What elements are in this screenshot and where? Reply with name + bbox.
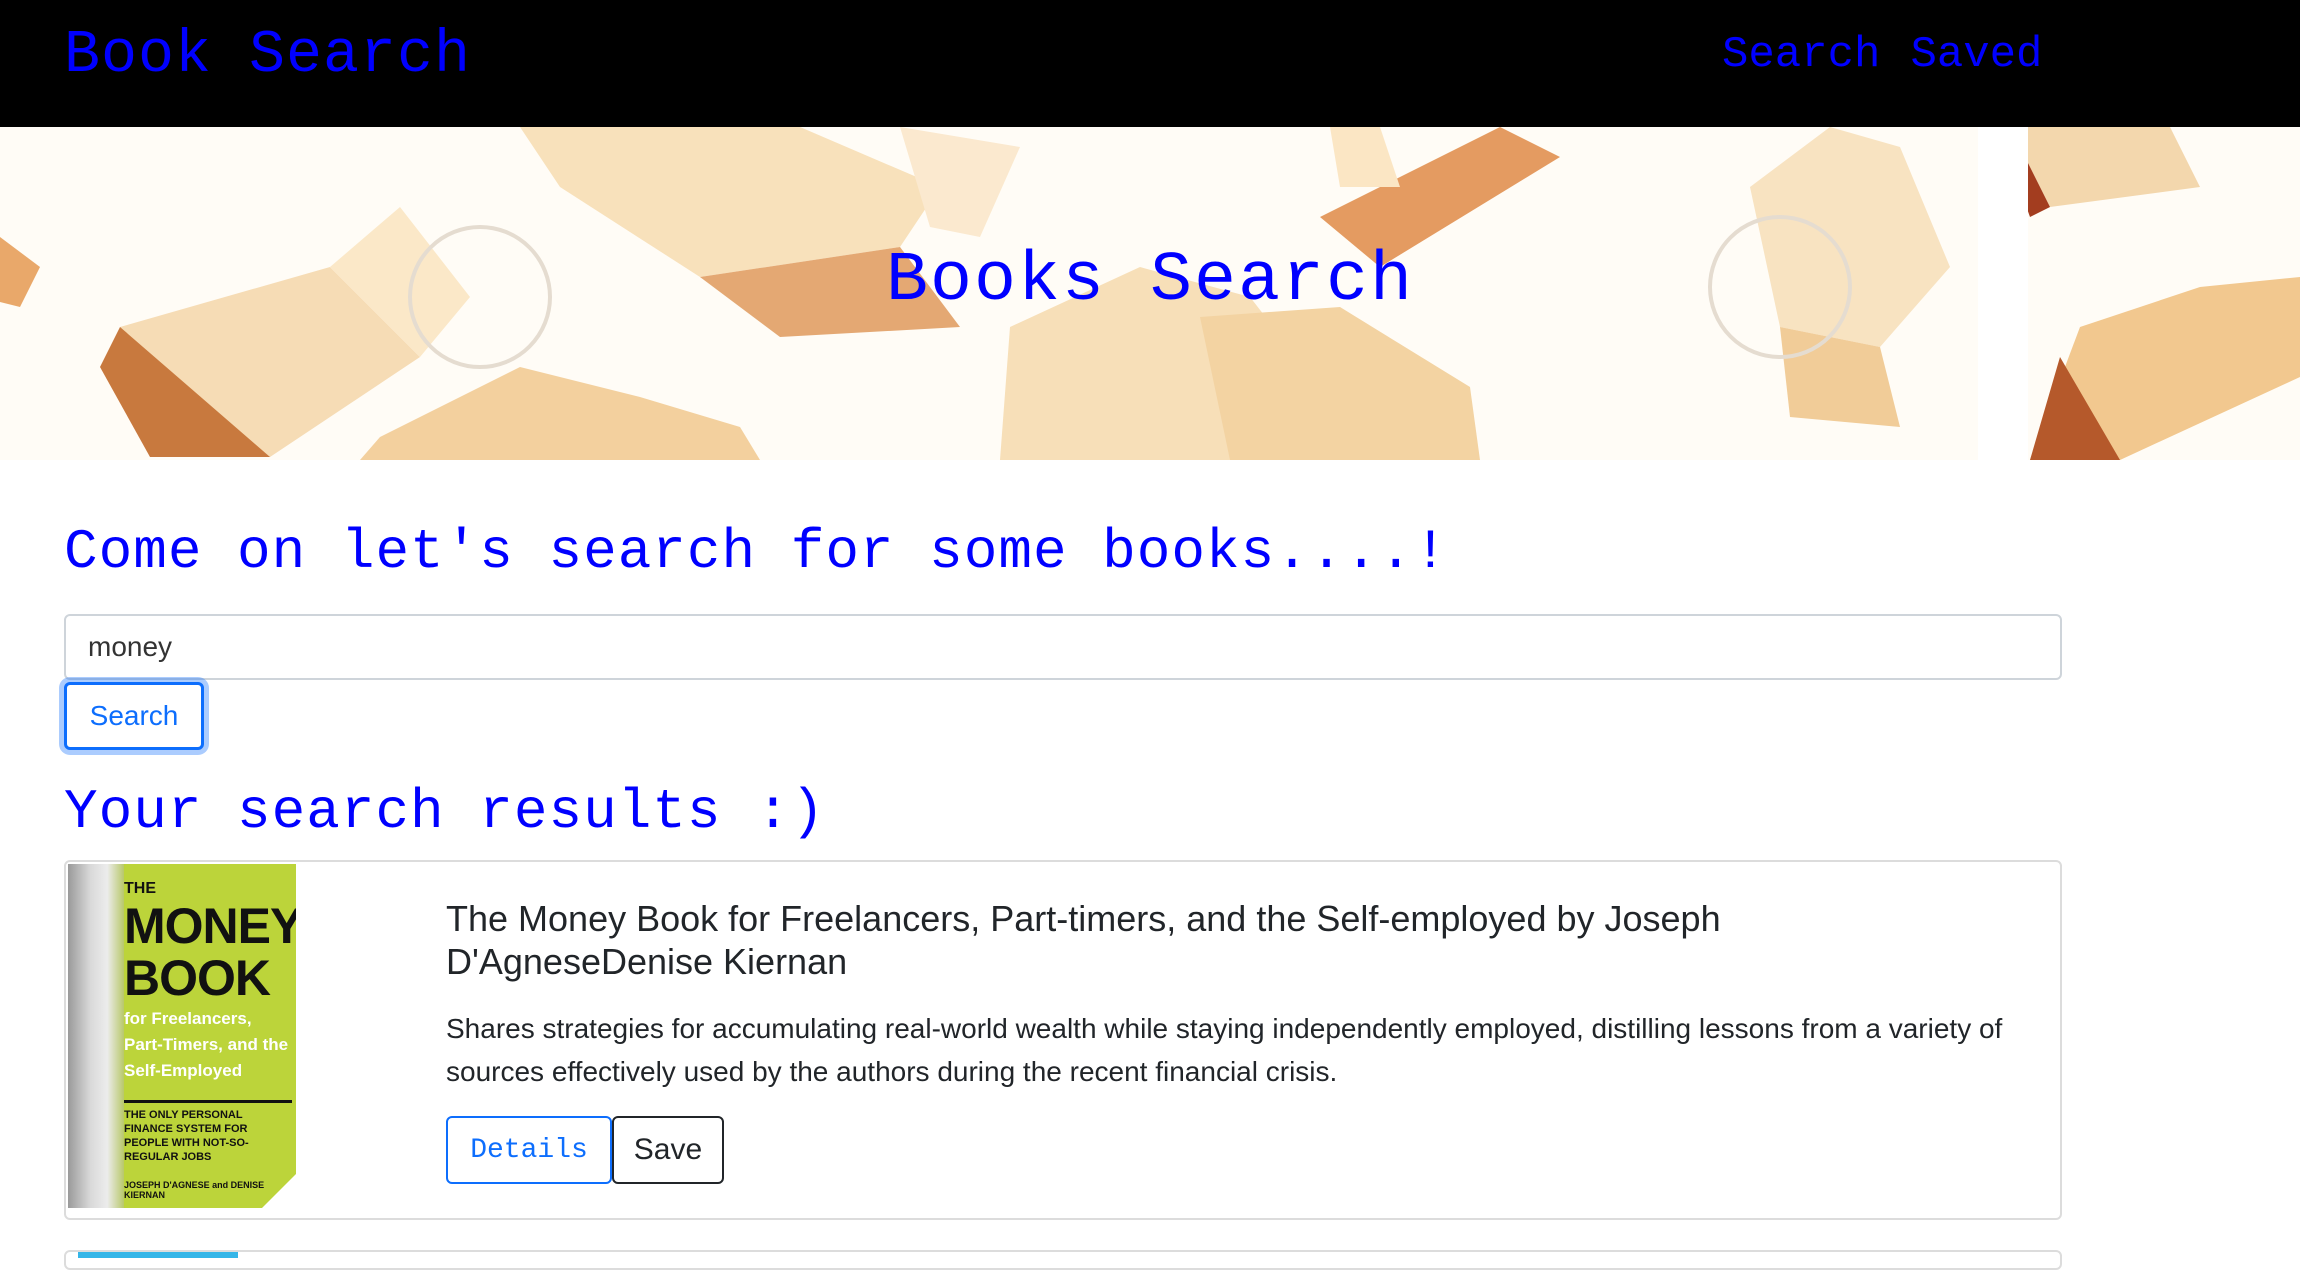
next-cover-peek <box>78 1252 238 1258</box>
cover-the-text: THE <box>124 880 156 897</box>
nav-links: Search Saved <box>1722 30 2042 80</box>
details-button[interactable]: Details <box>446 1116 612 1184</box>
result-card-next <box>64 1250 2062 1270</box>
cover-tagline-text: THE ONLY PERSONAL FINANCE SYSTEM FOR PEO… <box>124 1109 249 1163</box>
hero-banner: Books Search <box>0 127 2300 460</box>
cover-subtitle-text: for Freelancers, Part-Timers, and the Se… <box>124 1009 289 1080</box>
result-card: THE MONEY BOOK for Freelancers, Part-Tim… <box>64 860 2062 1220</box>
book-description: Shares strategies for accumulating real-… <box>446 1013 2003 1087</box>
hero-title: Books Search <box>885 242 1415 321</box>
book-title: The Money Book for Freelancers, Part-tim… <box>446 898 1721 982</box>
cover-page-curl <box>262 1174 296 1208</box>
nav-link-saved[interactable]: Saved <box>1910 30 2042 80</box>
book-cover-image: THE MONEY BOOK for Freelancers, Part-Tim… <box>68 864 296 1208</box>
brand-link[interactable]: Book Search <box>64 22 471 90</box>
cover-divider <box>124 1100 292 1103</box>
search-input[interactable] <box>64 614 2062 680</box>
cover-portrait <box>68 864 124 1208</box>
nav-link-search[interactable]: Search <box>1722 30 1880 80</box>
search-button[interactable]: Search <box>64 682 204 750</box>
results-heading: Your search results :) <box>64 780 826 844</box>
cover-title-text: MONEY BOOK <box>124 898 296 1006</box>
search-heading: Come on let's search for some books....! <box>64 520 1449 584</box>
save-button[interactable]: Save <box>612 1116 724 1184</box>
navbar: Book Search Search Saved <box>0 0 2300 127</box>
